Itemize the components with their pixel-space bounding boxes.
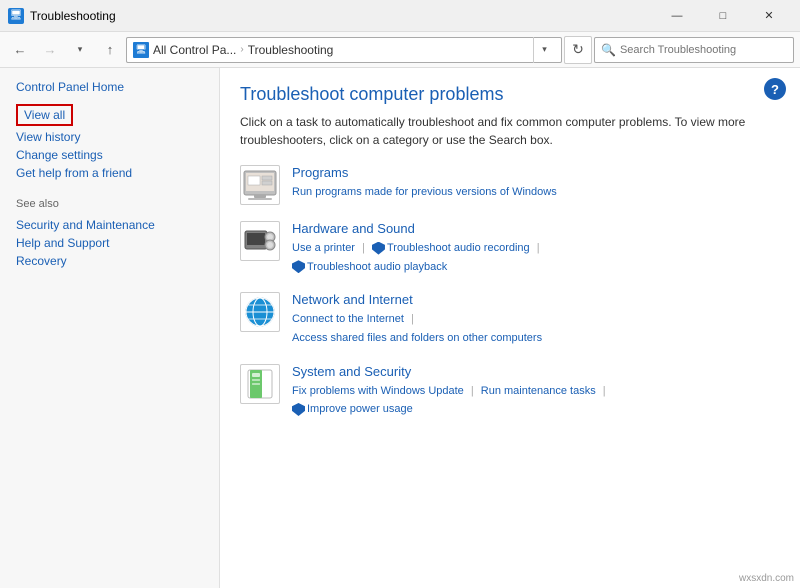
- system-link-maintenance[interactable]: Run maintenance tasks: [481, 385, 596, 397]
- system-link-power[interactable]: Improve power usage: [307, 403, 413, 415]
- watermark: wxsxdn.com: [739, 573, 794, 584]
- sidebar-recovery[interactable]: Recovery: [16, 252, 203, 270]
- sidebar-change-settings[interactable]: Change settings: [16, 146, 203, 164]
- system-link-windows-update[interactable]: Fix problems with Windows Update: [292, 385, 464, 397]
- title-bar-title: Troubleshooting: [30, 9, 654, 23]
- address-separator: ›: [240, 44, 243, 55]
- sidebar-see-also-label: See also: [16, 198, 203, 210]
- system-title[interactable]: System and Security: [292, 364, 610, 379]
- category-system: System and Security Fix problems with Wi…: [240, 364, 780, 419]
- network-content: Network and Internet Connect to the Inte…: [292, 292, 542, 347]
- shield-icon-2: [292, 260, 305, 273]
- hardware-content: Hardware and Sound Use a printer | Troub…: [292, 221, 544, 276]
- recent-pages-button[interactable]: ▾: [66, 36, 94, 64]
- shield-icon-3: [292, 403, 305, 416]
- programs-title[interactable]: Programs: [292, 165, 557, 180]
- system-links: Fix problems with Windows Update | Run m…: [292, 382, 610, 419]
- forward-button[interactable]: →: [36, 36, 64, 64]
- maximize-button[interactable]: □: [700, 0, 746, 32]
- search-input[interactable]: [620, 44, 787, 56]
- sidebar: Control Panel Home View all View history…: [0, 68, 220, 588]
- sep5: |: [603, 385, 606, 397]
- hardware-link-audio-play[interactable]: Troubleshoot audio playback: [307, 261, 447, 273]
- system-content: System and Security Fix problems with Wi…: [292, 364, 610, 419]
- shield-icon-1: [372, 242, 385, 255]
- address-path[interactable]: 🖥 All Control Pa... › Troubleshooting ▾: [126, 37, 562, 63]
- system-icon: [240, 364, 280, 404]
- programs-links: Run programs made for previous versions …: [292, 183, 557, 202]
- sep2: |: [537, 242, 540, 254]
- title-bar-controls: — □ ✕: [654, 0, 792, 32]
- system-icon-svg: [242, 366, 278, 402]
- refresh-button[interactable]: ↻: [564, 36, 592, 64]
- hardware-icon: [240, 221, 280, 261]
- content-area: ? Troubleshoot computer problems Click o…: [220, 68, 800, 588]
- address-bar: ← → ▾ ↑ 🖥 All Control Pa... › Troublesho…: [0, 32, 800, 68]
- category-programs: Programs Run programs made for previous …: [240, 165, 780, 205]
- address-part2: Troubleshooting: [248, 43, 334, 57]
- title-bar: 🖥 Troubleshooting — □ ✕: [0, 0, 800, 32]
- main-window: Control Panel Home View all View history…: [0, 68, 800, 588]
- network-link-shared[interactable]: Access shared files and folders on other…: [292, 332, 542, 344]
- network-icon-svg: [242, 294, 278, 330]
- programs-link-1[interactable]: Run programs made for previous versions …: [292, 186, 557, 198]
- sep4: |: [471, 385, 474, 397]
- title-bar-icon: 🖥: [8, 8, 24, 24]
- sidebar-view-all[interactable]: View all: [16, 104, 73, 126]
- hardware-link-printer[interactable]: Use a printer: [292, 242, 355, 254]
- sidebar-home[interactable]: Control Panel Home: [16, 80, 203, 94]
- sep1: |: [362, 242, 365, 254]
- close-button[interactable]: ✕: [746, 0, 792, 32]
- help-button[interactable]: ?: [764, 78, 786, 100]
- network-link-connect[interactable]: Connect to the Internet: [292, 313, 404, 325]
- hardware-links: Use a printer | Troubleshoot audio recor…: [292, 239, 544, 276]
- hardware-title[interactable]: Hardware and Sound: [292, 221, 544, 236]
- address-part1: All Control Pa...: [153, 43, 236, 57]
- search-box: 🔍: [594, 37, 794, 63]
- sep3: |: [411, 313, 414, 325]
- sidebar-get-help[interactable]: Get help from a friend: [16, 164, 203, 182]
- up-button[interactable]: ↑: [96, 36, 124, 64]
- content-description: Click on a task to automatically trouble…: [240, 113, 780, 149]
- category-network: Network and Internet Connect to the Inte…: [240, 292, 780, 347]
- hardware-icon-svg: [242, 223, 278, 259]
- sidebar-view-history[interactable]: View history: [16, 128, 203, 146]
- programs-content: Programs Run programs made for previous …: [292, 165, 557, 202]
- address-dropdown-button[interactable]: ▾: [533, 37, 555, 63]
- programs-icon: [240, 165, 280, 205]
- network-links: Connect to the Internet | Access shared …: [292, 310, 542, 347]
- back-button[interactable]: ←: [6, 36, 34, 64]
- category-hardware: Hardware and Sound Use a printer | Troub…: [240, 221, 780, 276]
- hardware-link-audio-rec[interactable]: Troubleshoot audio recording: [387, 242, 530, 254]
- sidebar-security[interactable]: Security and Maintenance: [16, 216, 203, 234]
- search-icon: 🔍: [601, 43, 616, 57]
- programs-icon-svg: [242, 167, 278, 203]
- content-title: Troubleshoot computer problems: [240, 84, 780, 105]
- network-icon: [240, 292, 280, 332]
- network-title[interactable]: Network and Internet: [292, 292, 542, 307]
- address-icon: 🖥: [133, 42, 149, 58]
- minimize-button[interactable]: —: [654, 0, 700, 32]
- sidebar-help-support[interactable]: Help and Support: [16, 234, 203, 252]
